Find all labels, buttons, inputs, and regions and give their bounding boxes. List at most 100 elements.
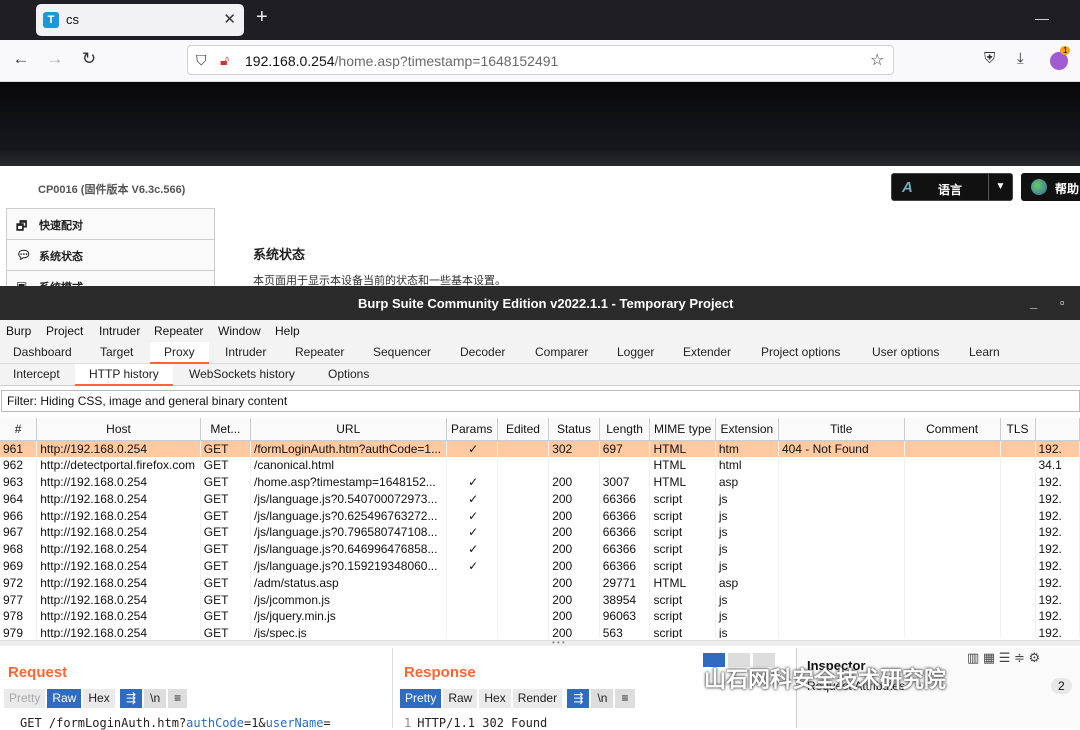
minimize-icon[interactable]: _ [1030,295,1037,310]
tab-target[interactable]: Target [100,345,133,359]
response-render-button[interactable]: Render [512,689,563,708]
tab-logger[interactable]: Logger [617,345,654,359]
url-bar[interactable]: ⛉ 🔓︎ 192.168.0.254/home.asp?timestamp=16… [187,45,894,75]
back-icon[interactable]: ← [10,49,32,69]
reload-icon[interactable]: ↻ [78,49,100,69]
tab-comparer[interactable]: Comparer [535,345,588,359]
column-header[interactable]: MIME type [649,418,716,441]
pane-splitter[interactable]: • • • [0,638,1080,647]
table-cell: 200 [548,624,600,638]
menu-repeater[interactable]: Repeater [154,324,203,338]
response-hex-button[interactable]: Hex [479,689,511,708]
menu-item-quick-pair[interactable]: 🗗︎ 快速配对 [6,208,215,239]
column-header[interactable]: Title [778,418,905,441]
request-pretty-button[interactable]: Pretty [4,689,46,708]
drag-handle-icon[interactable]: • • • [552,638,565,647]
shield-icon[interactable]: ⛉ [196,52,207,69]
new-tab-icon[interactable]: + [256,6,268,29]
menu-window[interactable]: Window [218,324,261,338]
table-row[interactable]: 962 http://detectportal.firefox.com GET/ca… [0,456,1080,474]
menu-help[interactable]: Help [275,324,300,338]
tab-http-history[interactable]: HTTP history [75,364,173,386]
tab-close-icon[interactable]: ✕ [223,10,236,28]
bookmark-star-icon[interactable]: ☆ [870,50,884,70]
table-row[interactable]: 963 http://192.168.0.254 GET/home.asp?time… [0,473,1080,491]
language-button[interactable]: A 语言 ▼ [891,173,1013,201]
request-raw-button[interactable]: Raw [47,689,82,708]
column-header[interactable]: Length [599,418,651,441]
table-row[interactable]: 961 http://192.168.0.254 GET/formLoginAuth… [0,440,1080,457]
table-row[interactable]: 979 http://192.168.0.254 GET/js/spec.js 200… [0,624,1080,638]
response-pretty-button[interactable]: Pretty [400,689,442,708]
table-cell [904,624,1001,638]
request-hex-button[interactable]: Hex [83,689,115,708]
browser-tab[interactable]: T cs ✕ [36,4,244,36]
tab-proxy[interactable]: Proxy [150,342,209,364]
newline-toggle[interactable]: \n [144,689,167,708]
pocket-icon[interactable]: ⛨ [984,50,995,67]
table-cell: js [715,490,779,508]
menu-project[interactable]: Project [46,324,83,338]
table-row[interactable]: 977 http://192.168.0.254 GET/js/jcommon.js… [0,591,1080,608]
tab-extender[interactable]: Extender [683,345,731,359]
table-cell [446,607,498,625]
tab-learn[interactable]: Learn [969,345,1000,359]
menu-icon[interactable]: ≡ [615,689,635,708]
column-header[interactable]: Params [446,418,498,441]
column-header[interactable]: Edited [497,418,550,441]
response-raw-button[interactable]: Raw [443,689,478,708]
table-cell: http://192.168.0.254 [36,440,201,457]
tab-dashboard[interactable]: Dashboard [13,345,72,359]
column-header[interactable]: Host [36,418,201,441]
table-cell [1000,574,1036,592]
table-cell [778,624,905,638]
column-header[interactable]: Met... [200,418,251,441]
tab-options[interactable]: Options [328,367,369,381]
column-header[interactable]: Extension [715,418,779,441]
table-row[interactable]: 978 http://192.168.0.254 GET/js/jquery.min… [0,607,1080,625]
table-cell: 967 [0,523,38,541]
wrap-lines-icon[interactable]: ⇶ [567,689,590,708]
menu-intruder[interactable]: Intruder [99,324,140,338]
newline-toggle[interactable]: \n [591,689,614,708]
menu-icon[interactable]: ≡ [168,689,188,708]
tab-repeater[interactable]: Repeater [295,345,344,359]
tab-project-options[interactable]: Project options [761,345,840,359]
table-cell: GET [200,440,251,457]
tab-sequencer[interactable]: Sequencer [373,345,431,359]
maximize-icon[interactable]: ▫ [1060,295,1065,310]
table-row[interactable]: 964 http://192.168.0.254 GET/js/language.j… [0,490,1080,508]
menu-burp[interactable]: Burp [6,324,31,338]
table-row[interactable]: 969 http://192.168.0.254 GET/js/language.j… [0,557,1080,575]
menu-item-system-status[interactable]: 💬︎ 系统状态 [6,239,215,270]
table-cell: ✓ [446,490,498,508]
tab-intruder[interactable]: Intruder [225,345,266,359]
attributes-count-badge: 2 [1051,678,1072,694]
download-icon[interactable]: ⤓ [1017,50,1024,67]
table-row[interactable]: 966 http://192.168.0.254 GET/js/language.j… [0,507,1080,524]
tab-websockets-history[interactable]: WebSockets history [189,367,295,381]
table-row[interactable]: 972 http://192.168.0.254 GET/adm/status.as… [0,574,1080,592]
inspector-settings-icon[interactable]: ▥ ▦ ☰ ≑ ⚙ [967,650,1040,666]
minimize-icon[interactable]: — [1035,10,1049,26]
column-header[interactable]: # [0,418,38,441]
table-row[interactable]: 967 http://192.168.0.254 GET/js/language.j… [0,523,1080,541]
help-button[interactable]: 帮助 [1021,173,1080,201]
insecure-lock-icon[interactable]: 🔓︎ [220,52,229,69]
tab-user-options[interactable]: User options [872,345,939,359]
column-header[interactable]: URL [250,418,447,441]
table-cell: js [715,607,779,625]
column-header[interactable]: TLS [1000,418,1036,441]
column-header[interactable]: Status [548,418,600,441]
table-row[interactable]: 968 http://192.168.0.254 GET/js/language.j… [0,540,1080,558]
table-cell: /js/jquery.min.js [250,607,447,625]
forward-icon[interactable]: → [44,49,66,69]
filter-bar[interactable]: Filter: Hiding CSS, image and general bi… [1,390,1080,412]
table-cell: 697 [599,440,651,457]
column-header[interactable] [1035,418,1080,441]
tab-intercept[interactable]: Intercept [13,367,60,381]
wrap-lines-icon[interactable]: ⇶ [120,689,143,708]
url-text[interactable]: 192.168.0.254/home.asp?timestamp=1648152… [245,53,558,69]
column-header[interactable]: Comment [904,418,1001,441]
tab-decoder[interactable]: Decoder [460,345,505,359]
